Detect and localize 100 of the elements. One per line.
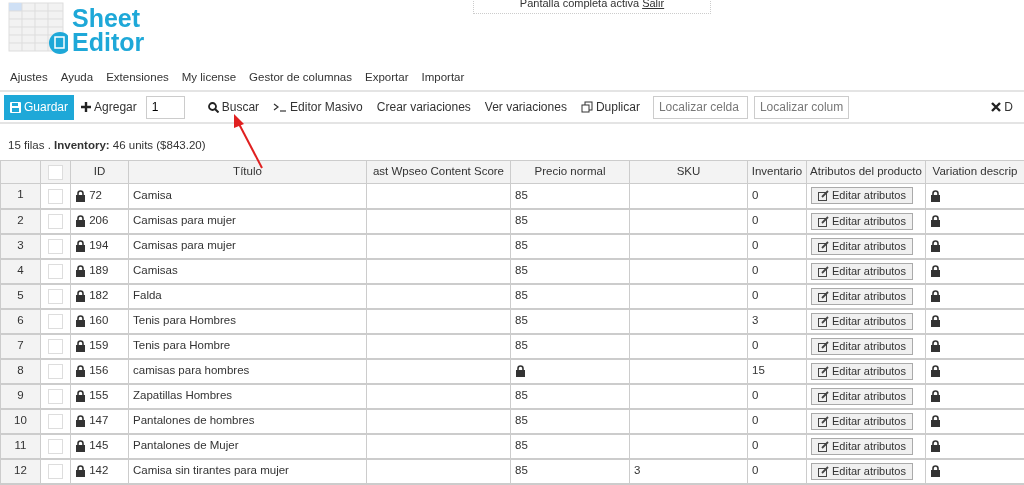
select-all-checkbox[interactable] bbox=[48, 164, 63, 180]
edit-icon bbox=[818, 415, 829, 427]
lock-icon bbox=[75, 465, 86, 478]
id-text: 145 bbox=[88, 439, 109, 452]
copy-icon bbox=[580, 101, 593, 113]
row-checkbox[interactable] bbox=[48, 463, 63, 479]
edit-icon bbox=[818, 290, 829, 302]
quantity-field[interactable]: 1 bbox=[145, 95, 185, 119]
column-header: SKU bbox=[629, 160, 748, 184]
edit-attributes-button[interactable]: Editar atributos bbox=[811, 362, 913, 380]
table-cell: Camisas bbox=[128, 258, 367, 284]
lock-icon bbox=[75, 240, 86, 253]
table-cell: 0 bbox=[747, 383, 807, 409]
table-cell: 0 bbox=[747, 258, 807, 284]
edit-attributes-button[interactable]: Editar atributos bbox=[811, 262, 913, 280]
column-header: ast Wpseo Content Score bbox=[366, 160, 511, 184]
row-checkbox[interactable] bbox=[48, 438, 63, 454]
row-checkbox[interactable] bbox=[48, 263, 63, 279]
menu-item[interactable]: Gestor de columnas bbox=[249, 69, 353, 90]
edit-icon bbox=[818, 390, 829, 402]
edit-icon bbox=[818, 215, 829, 227]
column-header: Título bbox=[128, 160, 367, 184]
table-cell: camisas para hombres bbox=[128, 358, 367, 384]
edit-attributes-button[interactable]: Editar atributos bbox=[811, 412, 913, 430]
edit-attributes-button[interactable]: Editar atributos bbox=[811, 462, 913, 480]
row-number: 9 bbox=[0, 383, 41, 409]
lock-icon bbox=[930, 340, 941, 353]
row-checkbox[interactable] bbox=[48, 363, 63, 379]
search-field[interactable]: Localizar celda bbox=[652, 95, 748, 119]
lock-icon bbox=[930, 290, 941, 303]
row-checkbox[interactable] bbox=[48, 338, 63, 354]
table-cell: 85 bbox=[515, 314, 528, 327]
row-checkbox[interactable] bbox=[48, 288, 63, 304]
edit-attributes-button[interactable]: Editar atributos bbox=[811, 287, 913, 305]
edit-icon bbox=[818, 440, 829, 452]
row-checkbox[interactable] bbox=[48, 238, 63, 254]
row-checkbox[interactable] bbox=[48, 213, 63, 229]
table-cell: 85 bbox=[515, 389, 528, 402]
id-text: 159 bbox=[88, 339, 109, 352]
table-cell: 0 bbox=[747, 433, 807, 459]
table-cell: 0 bbox=[747, 458, 807, 484]
id-text: 182 bbox=[88, 289, 109, 302]
edit-icon bbox=[818, 265, 829, 277]
column-header: Variation descrip bbox=[925, 160, 1024, 184]
menu-item[interactable]: Extensiones bbox=[106, 69, 169, 90]
table-cell: Camisas para mujer bbox=[128, 208, 367, 234]
exit-link[interactable]: Salir bbox=[642, 0, 665, 9]
plus-icon bbox=[81, 102, 92, 112]
menu-item[interactable]: Exportar bbox=[365, 69, 409, 90]
toolbar-button[interactable]: Crear variaciones bbox=[369, 96, 478, 118]
row-number: 7 bbox=[0, 333, 41, 359]
row-checkbox[interactable] bbox=[48, 388, 63, 404]
row-number: 1 bbox=[0, 183, 41, 209]
save-icon bbox=[10, 101, 21, 113]
edit-attributes-button[interactable]: Editar atributos bbox=[811, 337, 913, 355]
edit-attributes-button[interactable]: Editar atributos bbox=[811, 387, 913, 405]
table-cell: Falda bbox=[128, 283, 367, 309]
id-text: 194 bbox=[88, 239, 109, 252]
column-header: ID bbox=[70, 160, 129, 184]
lock-icon bbox=[75, 290, 86, 303]
row-checkbox[interactable] bbox=[48, 313, 63, 329]
id-text: 156 bbox=[88, 364, 109, 377]
search-field[interactable]: Localizar colum bbox=[753, 95, 849, 119]
menu-item[interactable]: Ajustes bbox=[10, 69, 48, 90]
close-button[interactable]: D bbox=[984, 96, 1020, 118]
id-text: 206 bbox=[88, 214, 109, 227]
lock-icon bbox=[930, 190, 941, 203]
edit-attributes-button[interactable]: Editar atributos bbox=[811, 437, 913, 455]
lock-icon bbox=[930, 365, 941, 378]
menu-item[interactable]: Importar bbox=[421, 69, 465, 90]
edit-attributes-button[interactable]: Editar atributos bbox=[811, 187, 913, 205]
edit-attributes-button[interactable]: Editar atributos bbox=[811, 312, 913, 330]
toolbar-button[interactable]: Ver variaciones bbox=[477, 96, 574, 118]
row-checkbox[interactable] bbox=[48, 413, 63, 429]
row-number: 12 bbox=[0, 458, 41, 484]
duplicate-button[interactable]: Duplicar bbox=[573, 96, 647, 118]
table-cell: Zapatillas Hombres bbox=[128, 383, 367, 409]
lock-icon bbox=[75, 390, 86, 403]
bulk-editor-button[interactable]: Editor Masivo bbox=[266, 96, 370, 118]
lock-icon bbox=[75, 440, 86, 453]
table-cell: Pantalones de hombres bbox=[128, 408, 367, 434]
table-cell: Camisa bbox=[128, 183, 367, 209]
add-button[interactable]: Agregar bbox=[74, 96, 144, 118]
table-cell: 85 bbox=[515, 264, 528, 277]
menu-item[interactable]: My license bbox=[181, 69, 237, 90]
table-cell: 0 bbox=[747, 283, 807, 309]
edit-attributes-button[interactable]: Editar atributos bbox=[811, 212, 913, 230]
table-cell: 0 bbox=[747, 208, 807, 234]
lock-icon bbox=[930, 265, 941, 278]
search-button[interactable]: Buscar bbox=[200, 96, 267, 118]
row-number: 8 bbox=[0, 358, 41, 384]
menu-item[interactable]: Ayuda bbox=[60, 69, 94, 90]
fullscreen-notice: Pantalla completa activa Salir bbox=[473, 0, 711, 14]
column-header: Precio normal bbox=[510, 160, 630, 184]
row-checkbox[interactable] bbox=[48, 188, 63, 204]
edit-attributes-button[interactable]: Editar atributos bbox=[811, 237, 913, 255]
table-cell: 3 bbox=[629, 458, 748, 484]
table-cell: Tenis para Hombres bbox=[128, 308, 367, 334]
table-cell: 85 bbox=[515, 464, 528, 477]
table-cell: 0 bbox=[747, 183, 807, 209]
